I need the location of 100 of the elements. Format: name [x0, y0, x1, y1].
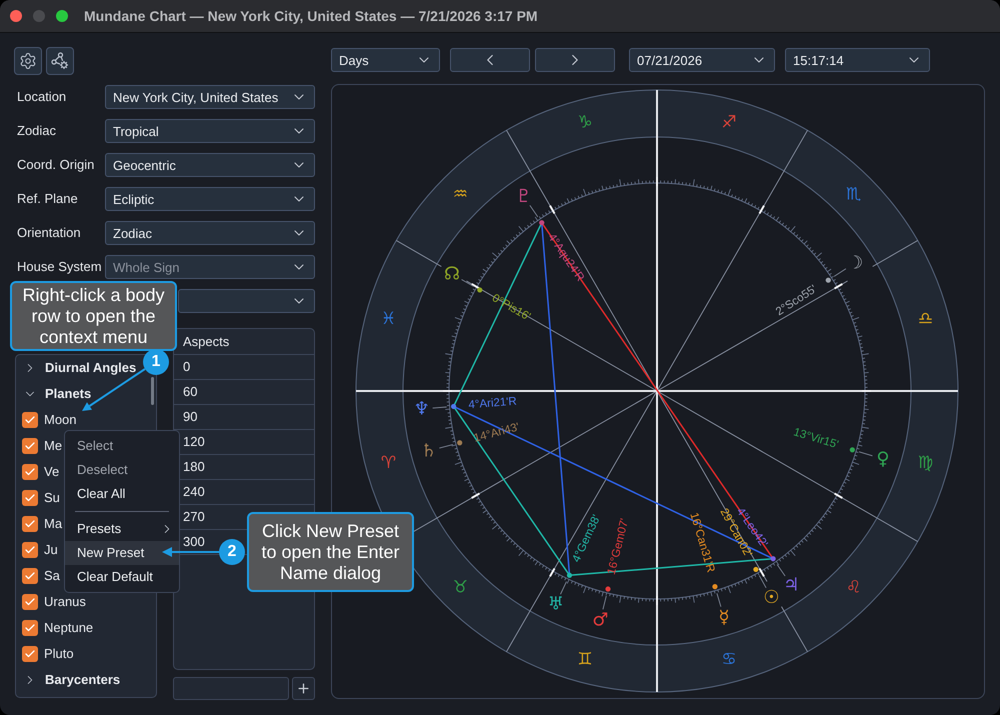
menu-item[interactable]: New Preset: [65, 541, 179, 565]
checkbox[interactable]: [22, 438, 38, 454]
check-icon: [24, 440, 36, 452]
position-label: 16°Gem07': [606, 517, 632, 576]
menu-item[interactable]: Presets: [65, 517, 179, 541]
plus-icon: [296, 681, 311, 696]
aspect-angle[interactable]: 300: [183, 534, 205, 550]
body-name: Su: [44, 489, 60, 508]
gear-icon: [19, 52, 37, 70]
sign-glyph: ♍: [918, 452, 934, 473]
body-name: Ve: [44, 463, 60, 482]
checkbox[interactable]: [22, 620, 38, 636]
callout: Click New Preset to open the Enter Name dialog: [247, 512, 414, 592]
input-field[interactable]: [173, 677, 289, 700]
window-title: Mundane Chart — New York City, United States — 7/21/2026 3:17 PM: [84, 6, 538, 26]
field-label: Ref. Plane: [17, 190, 78, 208]
aspect-angle[interactable]: 270: [183, 509, 205, 525]
check-icon: [24, 544, 36, 556]
check-icon: [24, 570, 36, 582]
tree-group-toggle[interactable]: Planets: [16, 381, 92, 407]
body-name: Neptune: [44, 619, 94, 638]
planet-glyph: ♄: [420, 440, 437, 462]
body-name: Pluto: [44, 645, 74, 664]
aspect-angle[interactable]: 90: [183, 409, 198, 425]
sign-glyph: ♑: [577, 112, 593, 132]
sign-glyph: ♈: [380, 452, 396, 473]
aspect-angle[interactable]: 240: [183, 484, 205, 500]
sign-glyph: ♏: [846, 184, 862, 204]
planet-glyph: ♂: [592, 610, 608, 631]
planet-glyph: ♅: [548, 594, 564, 615]
body-name: Moon: [44, 411, 77, 430]
planet-glyph: ☉: [763, 586, 780, 608]
planet-glyph: ☿: [718, 606, 730, 628]
position-label: 14°Ari43': [472, 421, 521, 445]
check-icon: [24, 596, 36, 608]
aspect-angle[interactable]: 180: [183, 459, 205, 475]
body-name: Ma: [44, 515, 62, 534]
dropdown[interactable]: Tropical: [105, 119, 315, 143]
field-label: Coord. Origin: [17, 156, 94, 174]
network-settings-button[interactable]: [46, 47, 74, 75]
checkbox[interactable]: [22, 516, 38, 532]
nodes-gear-icon: [51, 52, 69, 70]
tree-group-toggle[interactable]: Diurnal Angles: [16, 355, 136, 381]
column-header: Aspects: [183, 332, 230, 351]
dropdown[interactable]: Days: [331, 48, 440, 72]
dropdown[interactable]: Geocentric: [105, 153, 315, 177]
checkbox[interactable]: [22, 646, 38, 662]
planet-glyph: ☽: [847, 252, 864, 274]
checkbox[interactable]: [22, 542, 38, 558]
aspect-angle[interactable]: 120: [183, 434, 205, 450]
planet-glyph: ♆: [414, 398, 430, 420]
sign-glyph: ♊: [577, 650, 593, 670]
body-name: Uranus: [44, 593, 86, 612]
planet-glyph: ♀: [876, 448, 890, 470]
menu-item[interactable]: Clear Default: [65, 565, 179, 589]
check-icon: [24, 622, 36, 634]
check-icon: [24, 648, 36, 660]
check-icon: [24, 466, 36, 478]
planet-glyph: ♃: [783, 574, 800, 596]
checkbox[interactable]: [22, 568, 38, 584]
tree-group-toggle[interactable]: Barycenters: [16, 667, 120, 693]
menu-item[interactable]: Clear All: [65, 482, 179, 506]
close-button[interactable]: [10, 10, 22, 22]
sign-glyph: ♎: [918, 309, 934, 330]
planet-glyph: ♇: [516, 186, 532, 207]
zoom-button[interactable]: [56, 10, 68, 22]
check-icon: [24, 414, 36, 426]
sign-glyph: ♋: [721, 650, 737, 670]
sign-glyph: ♓: [380, 309, 396, 330]
check-icon: [24, 518, 36, 530]
dropdown[interactable]: Zodiac: [105, 221, 315, 245]
position-label: 4°Ari21'R: [468, 396, 518, 412]
scrollbar-thumb[interactable]: [151, 377, 154, 405]
body-name: Me: [44, 437, 62, 456]
field-label: Orientation: [17, 224, 81, 242]
dropdown[interactable]: 07/21/2026: [629, 48, 775, 72]
planet-glyph: ☊: [444, 264, 460, 285]
checkbox[interactable]: [22, 464, 38, 480]
body-name: Ju: [44, 541, 58, 560]
checkbox[interactable]: [22, 594, 38, 610]
callout: Right-click a body row to open the context menu: [10, 281, 177, 351]
checkbox[interactable]: [22, 412, 38, 428]
add-button[interactable]: [292, 677, 315, 700]
sign-glyph: ♌: [846, 578, 862, 598]
dropdown[interactable]: New York City, United States: [105, 85, 315, 109]
settings-button[interactable]: [14, 47, 42, 75]
field-label: House System: [17, 258, 102, 276]
sign-glyph: ♉: [452, 578, 468, 598]
aspect-angle[interactable]: 60: [183, 384, 198, 400]
position-label: 13°Vir15': [792, 426, 840, 452]
dropdown[interactable]: Ecliptic: [105, 187, 315, 211]
check-icon: [24, 492, 36, 504]
dropdown[interactable]: 15:17:14: [785, 48, 930, 72]
sign-glyph: ♐: [721, 112, 737, 132]
body-name: Sa: [44, 567, 60, 586]
aspect-angle[interactable]: 0: [183, 359, 190, 375]
field-label: Location: [17, 88, 66, 106]
field-label: Zodiac: [17, 122, 56, 140]
sign-glyph: ♒: [452, 184, 468, 204]
checkbox[interactable]: [22, 490, 38, 506]
